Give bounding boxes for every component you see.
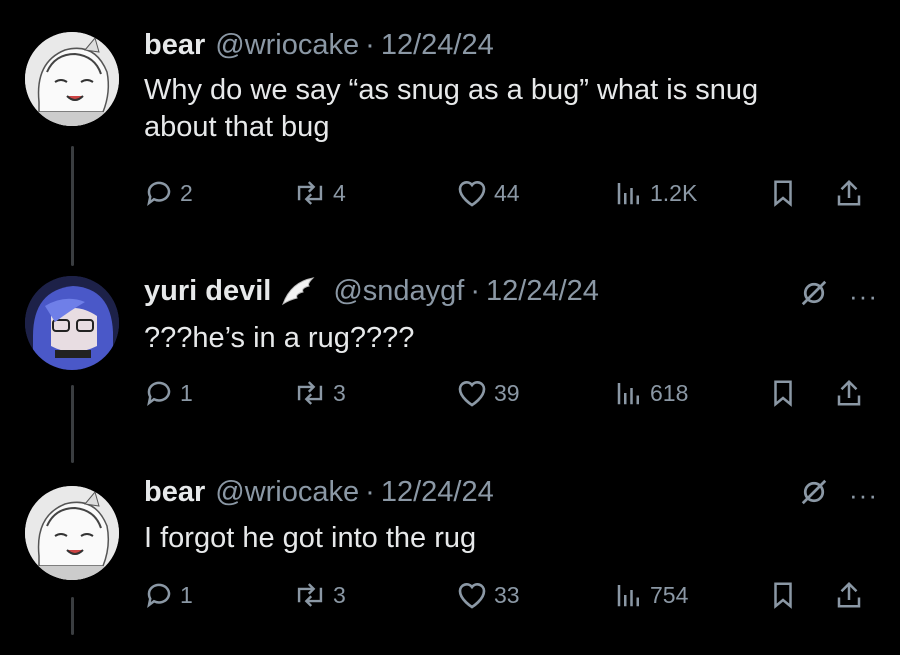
bookmark-button[interactable] bbox=[768, 378, 798, 408]
post-date[interactable]: 12/24/24 bbox=[381, 27, 494, 63]
post-date[interactable]: 12/24/24 bbox=[486, 273, 599, 309]
more-icon[interactable]: ··· bbox=[849, 482, 878, 508]
share-button[interactable] bbox=[834, 178, 864, 208]
reply-button[interactable]: 1 bbox=[144, 378, 193, 408]
like-icon bbox=[456, 580, 488, 610]
author-handle[interactable]: @sndaygf bbox=[333, 273, 464, 309]
reply-icon bbox=[144, 378, 174, 408]
author-handle[interactable]: @wriocake bbox=[215, 27, 359, 63]
avatar[interactable] bbox=[25, 32, 119, 126]
like-count: 39 bbox=[494, 379, 520, 406]
reply-count: 1 bbox=[180, 379, 193, 406]
repost-button[interactable]: 4 bbox=[293, 178, 346, 208]
bookmark-icon bbox=[768, 178, 798, 208]
repost-count: 4 bbox=[333, 179, 346, 206]
more-icon[interactable]: ··· bbox=[849, 283, 878, 309]
share-icon bbox=[834, 378, 864, 408]
reply-icon bbox=[144, 178, 174, 208]
repost-icon bbox=[293, 378, 327, 408]
reply-button[interactable]: 2 bbox=[144, 178, 193, 208]
views-button[interactable]: 1.2K bbox=[614, 178, 697, 208]
share-button[interactable] bbox=[834, 378, 864, 408]
author-handle[interactable]: @wriocake bbox=[215, 474, 359, 510]
bookmark-button[interactable] bbox=[768, 178, 798, 208]
views-count: 618 bbox=[650, 379, 689, 406]
post-text-line: Why do we say “as snug as a bug” what is… bbox=[144, 74, 759, 106]
views-icon bbox=[614, 378, 644, 408]
avatar[interactable] bbox=[25, 276, 119, 370]
repost-count: 3 bbox=[333, 379, 346, 406]
post-header: bear @wriocake · 12/24/24 bbox=[144, 27, 494, 63]
separator-dot: · bbox=[365, 476, 375, 508]
action-bar: 1 3 39 618 bbox=[144, 378, 884, 418]
like-count: 33 bbox=[494, 581, 520, 608]
post-date[interactable]: 12/24/24 bbox=[381, 474, 494, 510]
separator-dot: · bbox=[365, 29, 375, 61]
reply-icon bbox=[144, 580, 174, 610]
repost-icon bbox=[293, 178, 327, 208]
post-text-line: about that bug bbox=[144, 111, 330, 143]
like-button[interactable]: 39 bbox=[456, 378, 520, 408]
thread-line bbox=[71, 146, 74, 266]
like-icon bbox=[456, 378, 488, 408]
post-text: I forgot he got into the rug bbox=[144, 520, 476, 557]
share-button[interactable] bbox=[834, 580, 864, 610]
author-name[interactable]: bear bbox=[144, 27, 205, 63]
views-icon bbox=[614, 178, 644, 208]
thread-line bbox=[71, 597, 74, 635]
like-icon bbox=[456, 178, 488, 208]
post-top-actions: ··· bbox=[799, 477, 878, 512]
views-count: 754 bbox=[650, 581, 689, 608]
post-text: Why do we say “as snug as a bug” what is… bbox=[144, 72, 758, 146]
post-text: ???he’s in a rug???? bbox=[144, 320, 414, 357]
bookmark-button[interactable] bbox=[768, 580, 798, 610]
share-icon bbox=[834, 178, 864, 208]
thread-line bbox=[71, 385, 74, 463]
grok-icon[interactable] bbox=[799, 278, 829, 313]
reply-count: 1 bbox=[180, 581, 193, 608]
action-bar: 2 4 44 1.2K bbox=[144, 178, 884, 218]
repost-count: 3 bbox=[333, 581, 346, 608]
post-header: yuri devil @sndaygf · 12/24/24 bbox=[144, 273, 599, 309]
author-name[interactable]: yuri devil bbox=[144, 273, 271, 309]
reply-button[interactable]: 1 bbox=[144, 580, 193, 610]
like-button[interactable]: 44 bbox=[456, 178, 520, 208]
post-top-actions: ··· bbox=[799, 278, 878, 313]
views-icon bbox=[614, 580, 644, 610]
bookmark-icon bbox=[768, 580, 798, 610]
wing-icon bbox=[281, 276, 315, 306]
grok-icon[interactable] bbox=[799, 477, 829, 512]
repost-button[interactable]: 3 bbox=[293, 378, 346, 408]
like-count: 44 bbox=[494, 179, 520, 206]
repost-icon bbox=[293, 580, 327, 610]
views-button[interactable]: 618 bbox=[614, 378, 688, 408]
reply-count: 2 bbox=[180, 179, 193, 206]
bookmark-icon bbox=[768, 378, 798, 408]
post-text-line: I forgot he got into the rug bbox=[144, 522, 477, 554]
views-button[interactable]: 754 bbox=[614, 580, 688, 610]
separator-dot: · bbox=[470, 275, 481, 307]
views-count: 1.2K bbox=[650, 179, 698, 206]
post-text-line: ???he’s in a rug???? bbox=[144, 322, 415, 354]
author-name[interactable]: bear bbox=[144, 474, 205, 510]
post-header: bear @wriocake · 12/24/24 bbox=[144, 474, 494, 510]
share-icon bbox=[834, 580, 864, 610]
repost-button[interactable]: 3 bbox=[293, 580, 346, 610]
action-bar: 1 3 33 754 bbox=[144, 580, 884, 620]
like-button[interactable]: 33 bbox=[456, 580, 520, 610]
avatar[interactable] bbox=[25, 486, 119, 580]
